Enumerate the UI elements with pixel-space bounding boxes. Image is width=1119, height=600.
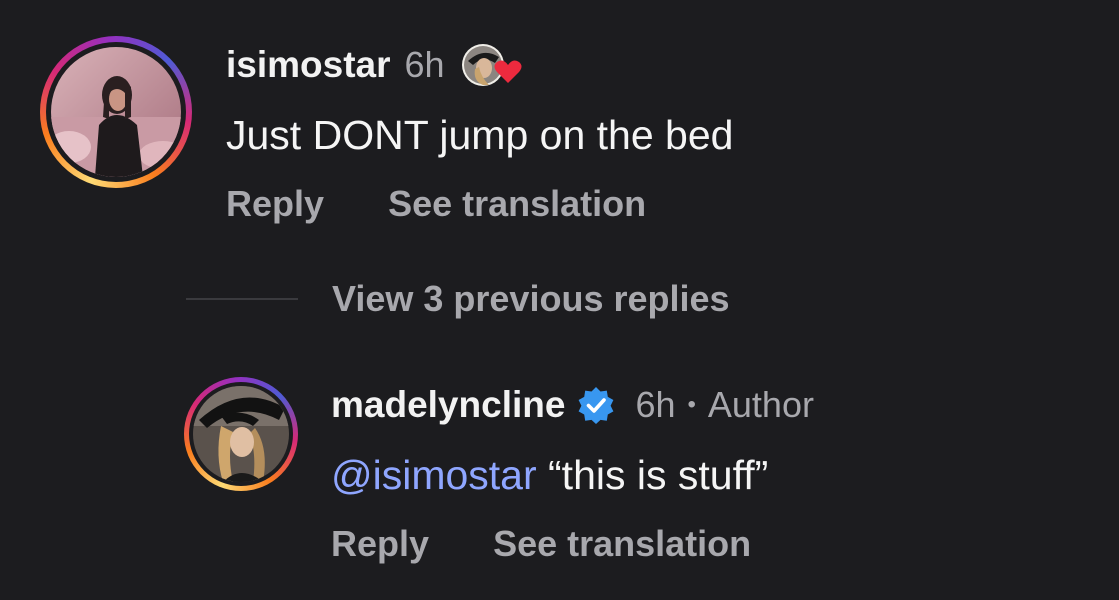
username[interactable]: madelyncline [331, 384, 565, 426]
thread-divider [186, 298, 298, 300]
reply-button[interactable]: Reply [331, 523, 429, 564]
timestamp: 6h [404, 44, 445, 85]
comment-header: isimostar 6h [226, 40, 529, 90]
meta-separator: • [687, 391, 696, 418]
view-previous-replies[interactable]: View 3 previous replies [186, 276, 730, 322]
see-translation-button[interactable]: See translation [388, 183, 646, 224]
reply-button[interactable]: Reply [226, 183, 324, 224]
comment-text: Just DONT jump on the bed [226, 112, 734, 158]
comment-header: madelyncline 6h • Author [331, 380, 814, 430]
comment-text: @isimostar “this is stuff” [331, 452, 768, 499]
comment-actions: Reply See translation [226, 183, 646, 225]
username[interactable]: isimostar [226, 44, 391, 86]
author-liked-icon [459, 41, 529, 89]
avatar-photo [51, 47, 181, 177]
avatar[interactable] [184, 377, 298, 491]
see-translation-button[interactable]: See translation [493, 523, 751, 564]
mention-link[interactable]: @isimostar [331, 452, 537, 498]
avatar[interactable] [40, 36, 192, 188]
author-label: Author [707, 384, 814, 425]
verified-badge-icon [577, 386, 615, 424]
avatar-photo [193, 386, 289, 482]
view-previous-replies-label[interactable]: View 3 previous replies [332, 278, 730, 320]
comment-actions: Reply See translation [331, 523, 751, 565]
reply-text: “this is stuff” [536, 452, 769, 498]
timestamp: 6h [635, 384, 676, 425]
